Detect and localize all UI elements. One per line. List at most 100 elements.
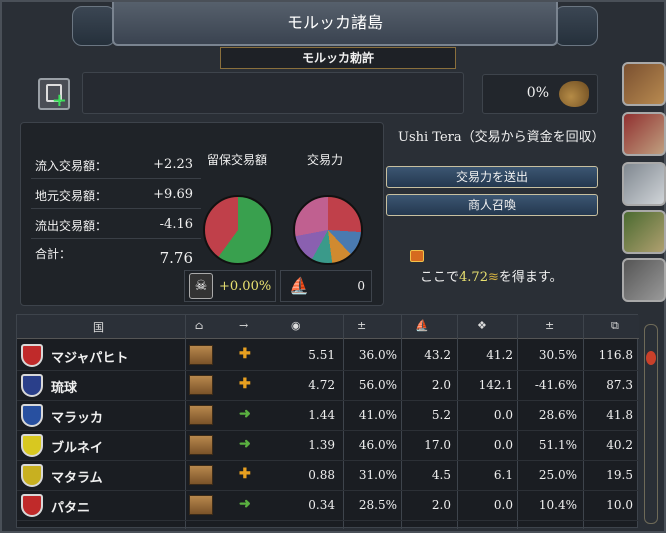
scroll-thumb[interactable] [646, 351, 656, 365]
header-direction-icon[interactable]: → [239, 319, 248, 332]
modifier-slot-box [82, 72, 464, 114]
cell-total: 87.3 [606, 378, 633, 392]
stat-value: +9.69 [153, 187, 193, 202]
cell-value: 0.34 [308, 498, 335, 512]
steer-arrow-icon: ➜ [239, 496, 251, 512]
cell-share: 41.0% [358, 408, 397, 422]
header-share-icon[interactable]: ± [357, 319, 366, 332]
country-shield-icon[interactable] [21, 344, 43, 367]
cell-ships: 5.2 [431, 408, 451, 422]
table-row[interactable]: マラッカ ➜ 1.44 41.0% 5.2 0.0 28.6% 41.8 [17, 401, 639, 431]
stat-label: 流入交易額： [35, 159, 108, 173]
collect-plus-icon: ✚ [239, 466, 251, 482]
cell-ships: 4.5 [431, 468, 451, 482]
cell-power: 0.0 [493, 438, 513, 452]
table-row[interactable]: ブルネイ ➜ 1.39 46.0% 17.0 0.0 51.1% 40.2 [17, 431, 639, 461]
cell-total: 116.8 [598, 348, 633, 362]
cell-power: 0.0 [493, 408, 513, 422]
trade-goods-percent: 0% [526, 85, 549, 101]
cell-power-share: -41.6% [534, 378, 577, 392]
cell-ships: 43.2 [424, 348, 451, 362]
cell-ships: 17.0 [424, 438, 451, 452]
steer-arrow-icon: ➜ [239, 436, 251, 452]
header-building-icon[interactable]: ⌂ [195, 319, 203, 332]
pirate-box: ☠ +0.00% [184, 270, 276, 302]
cell-power: 41.2 [486, 348, 513, 362]
trade-ledger-icon[interactable] [622, 62, 666, 106]
gain-value: 4.72 [459, 270, 488, 285]
table-row[interactable]: 琉球 ✚ 4.72 56.0% 2.0 142.1 -41.6% 87.3 [17, 371, 639, 401]
trade-power-label: 交易力 [306, 153, 343, 167]
trade-map-icon[interactable] [622, 162, 666, 206]
stat-row-total: 合計： 7.76 [31, 241, 201, 269]
country-name[interactable]: 琉球 [51, 377, 77, 396]
table-row[interactable]: パタニ ➜ 0.34 28.5% 2.0 0.0 10.4% 10.0 [17, 491, 639, 521]
cell-value: 4.72 [308, 378, 335, 392]
stat-value: -4.16 [159, 217, 193, 232]
header-power-icon[interactable]: ❖ [477, 319, 487, 332]
header-value-icon[interactable]: ◉ [291, 319, 301, 332]
trade-building-icon [189, 345, 213, 365]
table-row[interactable]: マタラム ✚ 0.88 31.0% 4.5 6.1 25.0% 19.5 [17, 461, 639, 491]
cell-value: 1.39 [308, 438, 335, 452]
trade-building-icon [189, 435, 213, 455]
retained-label: 留保交易額 [206, 153, 267, 167]
header-country[interactable]: 国 [93, 319, 104, 335]
header-total-icon[interactable]: ⧉ [611, 319, 619, 333]
trade-goods-percent-box: 0% [482, 74, 598, 114]
build-trade-building-button[interactable]: + [38, 78, 70, 110]
country-name[interactable]: マジャパヒト [51, 347, 128, 366]
cell-power-share: 30.5% [538, 348, 577, 362]
country-shield-icon[interactable] [21, 404, 43, 427]
stat-value: 7.76 [159, 249, 193, 267]
right-scroll-ornament [554, 6, 598, 46]
country-name[interactable]: パタニ [51, 497, 90, 516]
cell-value: 1.44 [308, 408, 335, 422]
collect-plus-icon: ✚ [239, 346, 251, 362]
header-power-share-icon[interactable]: ± [545, 319, 554, 332]
trade-building-icon [189, 405, 213, 425]
ship-box: ⛵ 0 [280, 270, 372, 302]
religion-icon[interactable] [622, 258, 666, 302]
recall-merchant-button[interactable]: 商人召喚 [386, 194, 598, 216]
cell-power-share: 25.0% [538, 468, 577, 482]
trade-power-pie[interactable] [293, 195, 363, 265]
merchant-status: Ushi Tera（交易から資金を回収） [398, 130, 605, 145]
stat-value: +2.23 [153, 157, 193, 172]
country-shield-icon[interactable] [21, 464, 43, 487]
country-name[interactable]: ブルネイ [51, 437, 103, 456]
cell-share: 31.0% [358, 468, 397, 482]
country-shield-icon[interactable] [21, 374, 43, 397]
cell-power-share: 10.4% [538, 498, 577, 512]
trade-node-window: モルッカ諸島 モルッカ勅許 + 0% 流入交易額： +2.23 地元交易額： +… [0, 0, 666, 533]
cell-ships: 2.0 [431, 498, 451, 512]
merchant-portrait-icon[interactable] [622, 112, 666, 156]
merchant-flag-icon [410, 250, 424, 262]
cell-power-share: 51.1% [538, 438, 577, 452]
header-ships-icon[interactable]: ⛵ [415, 319, 429, 332]
left-scroll-ornament [72, 6, 116, 46]
cell-share: 28.5% [358, 498, 397, 512]
stat-label: 地元交易額： [35, 189, 108, 203]
country-shield-icon[interactable] [21, 434, 43, 457]
plus-icon: + [51, 90, 67, 111]
trade-goods-icon [559, 81, 589, 107]
cell-total: 40.2 [606, 438, 633, 452]
cell-total: 41.8 [606, 408, 633, 422]
stat-label: 合計： [35, 247, 72, 261]
cell-total: 10.0 [606, 498, 633, 512]
cell-share: 46.0% [358, 438, 397, 452]
cell-power: 0.0 [493, 498, 513, 512]
country-name[interactable]: マタラム [51, 467, 103, 486]
gain-prefix: ここで [420, 270, 460, 285]
table-row[interactable]: マジャパヒト ✚ 5.51 36.0% 43.2 41.2 30.5% 116.8 [17, 341, 639, 371]
skull-icon: ☠ [189, 273, 213, 299]
table-scrollbar[interactable] [644, 324, 658, 524]
province-view-icon[interactable] [622, 210, 666, 254]
send-trade-power-button[interactable]: 交易力を送出 [386, 166, 598, 188]
retained-value-pie[interactable] [203, 195, 273, 265]
collect-plus-icon: ✚ [239, 376, 251, 392]
country-name[interactable]: マラッカ [51, 407, 103, 426]
trade-building-icon [189, 495, 213, 515]
country-shield-icon[interactable] [21, 494, 43, 517]
